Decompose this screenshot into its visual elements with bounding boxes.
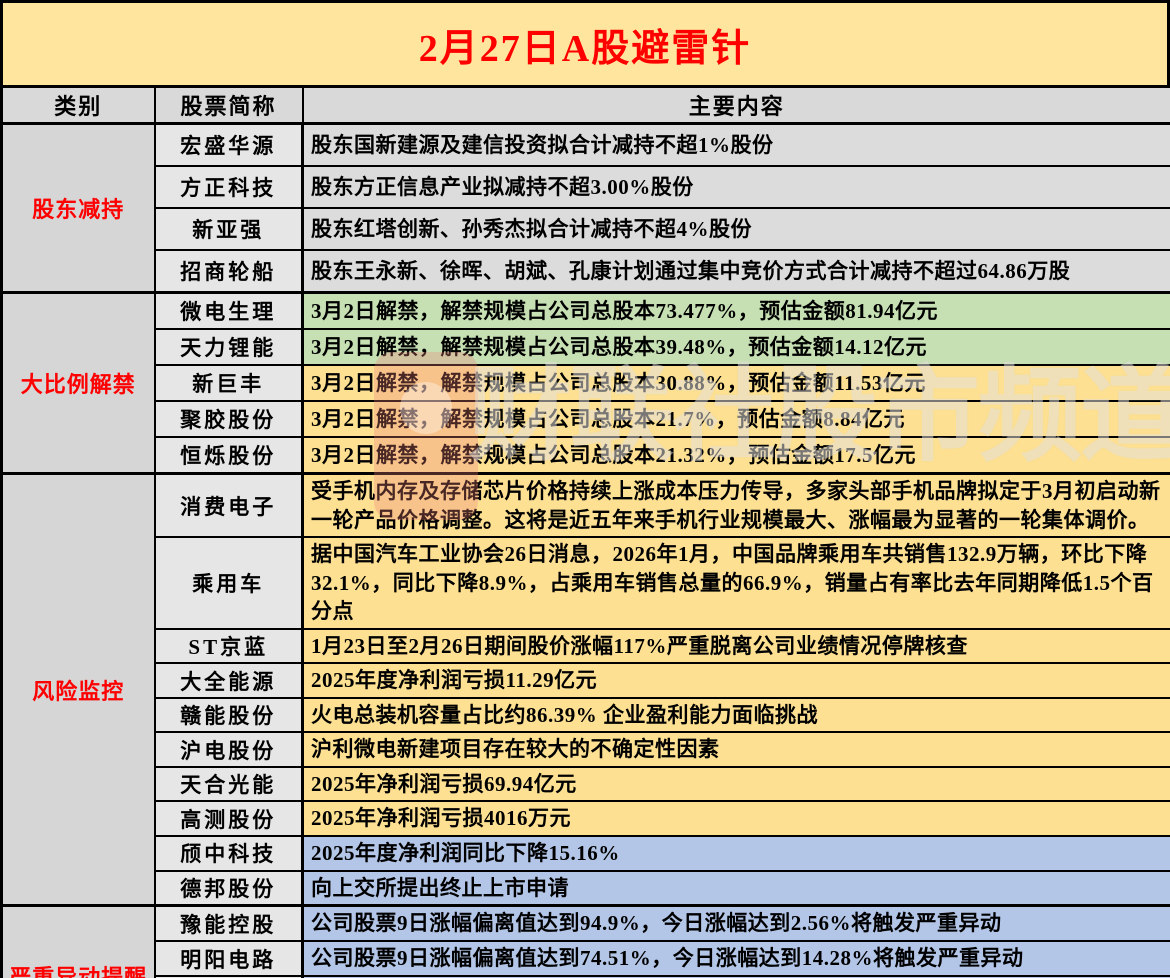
content-cell: 公司股票9日涨幅偏离值达到74.51%，今日涨幅达到14.28%将触发严重异动 xyxy=(303,941,1170,976)
risk-alert-table: 类别 股票简称 主要内容 股东减持宏盛华源股东国新建源及建信投资拟合计减持不超1… xyxy=(0,85,1170,978)
table-row: 新巨丰3月2日解禁，解禁规模占公司总股本30.88%，预估金额11.53亿元 xyxy=(2,365,1170,401)
table-row: 严重异动提醒豫能控股公司股票9日涨幅偏离值达到94.9%，今日涨幅达到2.56%… xyxy=(2,906,1170,942)
content-cell: 3月2日解禁，解禁规模占公司总股本21.7%，预估金额8.84亿元 xyxy=(303,401,1170,437)
stock-name-cell: 高测股份 xyxy=(155,801,303,836)
stock-name-cell: 乘用车 xyxy=(155,537,303,629)
table-row: 股东减持宏盛华源股东国新建源及建信投资拟合计减持不超1%股份 xyxy=(2,124,1170,167)
table-row: 高测股份2025年净利润亏损4016万元 xyxy=(2,801,1170,836)
content-cell: 受手机内存及存储芯片价格持续上涨成本压力传导，多家头部手机品牌拟定于3月初启动新… xyxy=(303,474,1170,538)
content-cell: 2025年净利润亏损69.94亿元 xyxy=(303,767,1170,802)
page-title: 2月27日A股避雷针 xyxy=(419,17,751,72)
table-row: 天力锂能3月2日解禁，解禁规模占公司总股本39.48%，预估金额14.12亿元 xyxy=(2,329,1170,365)
content-cell: 向上交所提出终止上市申请 xyxy=(303,871,1170,906)
table-row: 明阳电路公司股票9日涨幅偏离值达到74.51%，今日涨幅达到14.28%将触发严… xyxy=(2,941,1170,976)
stock-name-cell: 德邦股份 xyxy=(155,871,303,906)
header-stock-name: 股票简称 xyxy=(155,87,303,124)
content-cell: 3月2日解禁，解禁规模占公司总股本30.88%，预估金额11.53亿元 xyxy=(303,365,1170,401)
table-row: 大全能源2025年度净利润亏损11.29亿元 xyxy=(2,663,1170,698)
content-cell: 3月2日解禁，解禁规模占公司总股本73.477%，预估金额81.94亿元 xyxy=(303,293,1170,330)
header-category: 类别 xyxy=(2,87,155,124)
stock-name-cell: 沪电股份 xyxy=(155,732,303,767)
table-row: 沪电股份沪利微电新建项目存在较大的不确定性因素 xyxy=(2,732,1170,767)
category-cell: 风险监控 xyxy=(2,474,155,906)
table-row: 德邦股份向上交所提出终止上市申请 xyxy=(2,871,1170,906)
table-row: 天合光能2025年净利润亏损69.94亿元 xyxy=(2,767,1170,802)
content-cell: 据中国汽车工业协会26日消息，2026年1月，中国品牌乘用车共销售132.9万辆… xyxy=(303,537,1170,629)
category-cell: 严重异动提醒 xyxy=(2,906,155,978)
stock-name-cell: 颀中科技 xyxy=(155,836,303,871)
stock-name-cell: 新巨丰 xyxy=(155,365,303,401)
stock-name-cell: 赣能股份 xyxy=(155,698,303,733)
stock-name-cell: 大全能源 xyxy=(155,663,303,698)
stock-name-cell: ST京蓝 xyxy=(155,629,303,664)
title-bar: 2月27日A股避雷针 xyxy=(0,0,1170,85)
content-cell: 3月2日解禁，解禁规模占公司总股本21.32%，预估金额17.5亿元 xyxy=(303,437,1170,474)
table-row: 方正科技股东方正信息产业拟减持不超3.00%股份 xyxy=(2,166,1170,208)
content-cell: 股东王永新、徐晖、胡斌、孔康计划通过集中竞价方式合计减持不超过64.86万股 xyxy=(303,250,1170,293)
content-cell: 沪利微电新建项目存在较大的不确定性因素 xyxy=(303,732,1170,767)
risk-alert-table-page: 2月27日A股避雷针 类别 股票简称 主要内容 股东减持宏盛华源股东国新建源及建… xyxy=(0,0,1170,978)
category-cell: 股东减持 xyxy=(2,124,155,293)
table-row: 赣能股份火电总装机容量占比约86.39% 企业盈利能力面临挑战 xyxy=(2,698,1170,733)
stock-name-cell: 恒烁股份 xyxy=(155,437,303,474)
stock-name-cell: 明阳电路 xyxy=(155,941,303,976)
content-cell: 2025年度净利润同比下降15.16% xyxy=(303,836,1170,871)
table-row: 新亚强股东红塔创新、孙秀杰拟合计减持不超4%股份 xyxy=(2,208,1170,250)
header-main-content: 主要内容 xyxy=(303,87,1170,124)
content-cell: 2025年度净利润亏损11.29亿元 xyxy=(303,663,1170,698)
stock-name-cell: 天力锂能 xyxy=(155,329,303,365)
content-cell: 3月2日解禁，解禁规模占公司总股本39.48%，预估金额14.12亿元 xyxy=(303,329,1170,365)
content-cell: 股东国新建源及建信投资拟合计减持不超1%股份 xyxy=(303,124,1170,167)
table-row: 颀中科技2025年度净利润同比下降15.16% xyxy=(2,836,1170,871)
table-row: ST京蓝1月23日至2月26日期间股价涨幅117%严重脱离公司业绩情况停牌核查 xyxy=(2,629,1170,664)
stock-name-cell: 消费电子 xyxy=(155,474,303,538)
content-cell: 1月23日至2月26日期间股价涨幅117%严重脱离公司业绩情况停牌核查 xyxy=(303,629,1170,664)
table-row: 大比例解禁微电生理3月2日解禁，解禁规模占公司总股本73.477%，预估金额81… xyxy=(2,293,1170,330)
stock-name-cell: 微电生理 xyxy=(155,293,303,330)
table-row: 招商轮船股东王永新、徐晖、胡斌、孔康计划通过集中竞价方式合计减持不超过64.86… xyxy=(2,250,1170,293)
stock-name-cell: 新亚强 xyxy=(155,208,303,250)
table-row: 聚胶股份3月2日解禁，解禁规模占公司总股本21.7%，预估金额8.84亿元 xyxy=(2,401,1170,437)
content-cell: 2025年净利润亏损4016万元 xyxy=(303,801,1170,836)
stock-name-cell: 聚胶股份 xyxy=(155,401,303,437)
category-cell: 大比例解禁 xyxy=(2,293,155,474)
content-cell: 火电总装机容量占比约86.39% 企业盈利能力面临挑战 xyxy=(303,698,1170,733)
stock-name-cell: 方正科技 xyxy=(155,166,303,208)
table-row: 乘用车据中国汽车工业协会26日消息，2026年1月，中国品牌乘用车共销售132.… xyxy=(2,537,1170,629)
table-body: 股东减持宏盛华源股东国新建源及建信投资拟合计减持不超1%股份方正科技股东方正信息… xyxy=(2,124,1170,978)
header-row: 类别 股票简称 主要内容 xyxy=(2,87,1170,124)
content-cell: 公司股票9日涨幅偏离值达到94.9%，今日涨幅达到2.56%将触发严重异动 xyxy=(303,906,1170,942)
stock-name-cell: 宏盛华源 xyxy=(155,124,303,167)
stock-name-cell: 豫能控股 xyxy=(155,906,303,942)
table-row: 风险监控消费电子受手机内存及存储芯片价格持续上涨成本压力传导，多家头部手机品牌拟… xyxy=(2,474,1170,538)
stock-name-cell: 招商轮船 xyxy=(155,250,303,293)
table-row: 恒烁股份3月2日解禁，解禁规模占公司总股本21.32%，预估金额17.5亿元 xyxy=(2,437,1170,474)
content-cell: 股东红塔创新、孙秀杰拟合计减持不超4%股份 xyxy=(303,208,1170,250)
content-cell: 股东方正信息产业拟减持不超3.00%股份 xyxy=(303,166,1170,208)
stock-name-cell: 天合光能 xyxy=(155,767,303,802)
